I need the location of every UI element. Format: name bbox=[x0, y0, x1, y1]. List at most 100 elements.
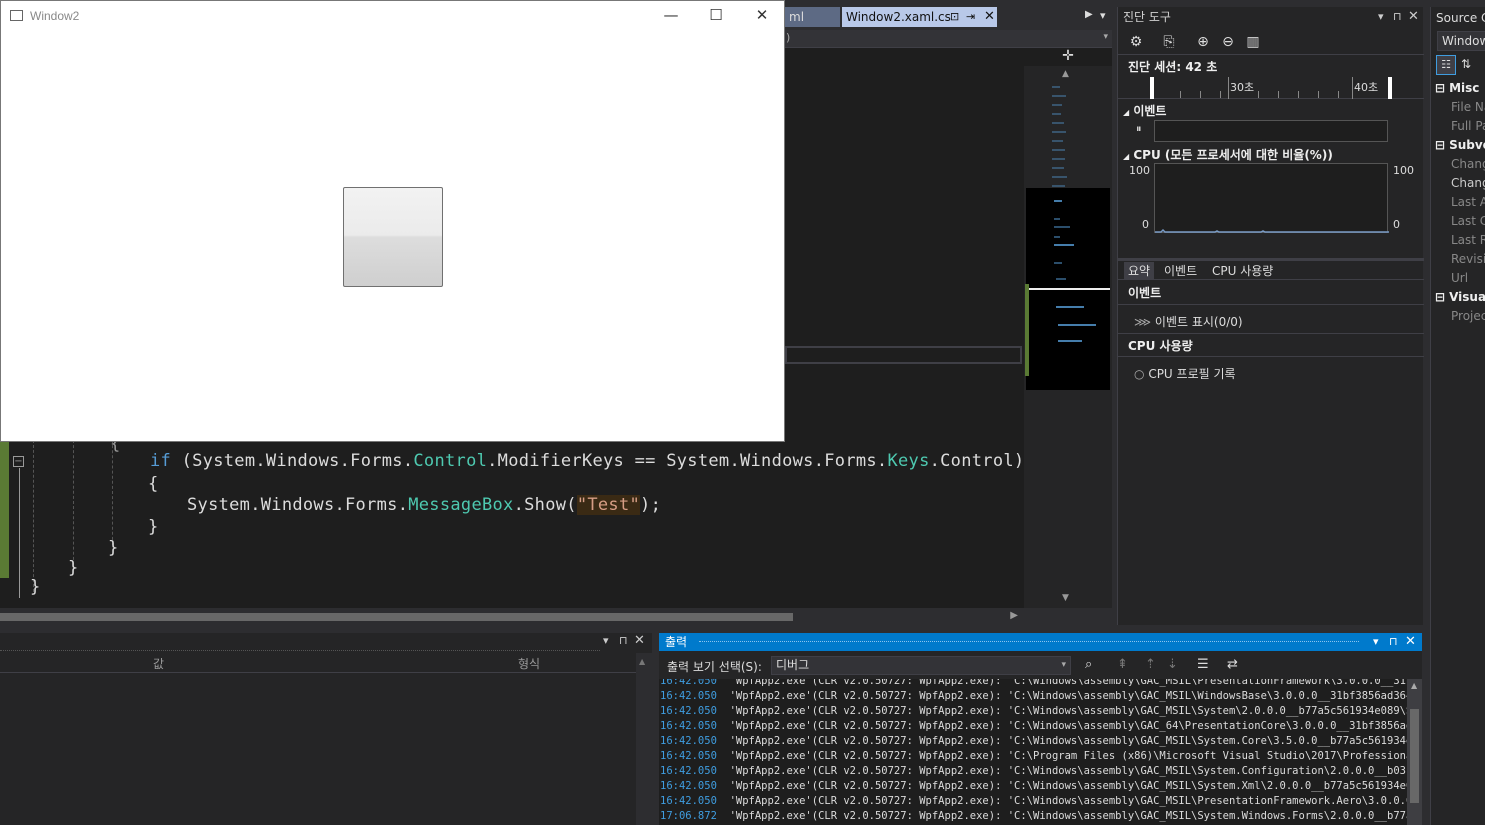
cpu-axis-min-right: 0 bbox=[1393, 218, 1400, 231]
scrollbar-thumb[interactable] bbox=[1410, 709, 1419, 803]
property-row[interactable]: Chang bbox=[1451, 157, 1485, 171]
output-source-select[interactable]: 디버그 ▾ bbox=[771, 656, 1071, 675]
gear-icon[interactable]: ⚙ bbox=[1127, 33, 1145, 51]
indent-guide bbox=[33, 440, 34, 592]
output-select-label: 출력 보기 선택(S): bbox=[667, 660, 762, 674]
range-end-handle[interactable] bbox=[1388, 77, 1392, 99]
scroll-right-icon[interactable]: ▶ bbox=[1010, 610, 1018, 621]
alphabetical-icon[interactable]: ⇅ bbox=[1461, 57, 1471, 71]
member-dropdown[interactable]: ) ▾ bbox=[785, 30, 1112, 48]
code-type: Keys bbox=[887, 451, 930, 471]
clear-all-icon[interactable]: ☰ bbox=[1197, 657, 1209, 672]
property-row[interactable]: Revisio bbox=[1451, 252, 1485, 266]
keep-open-icon[interactable]: ⇥ bbox=[966, 7, 975, 27]
output-text[interactable]: 16:42.050 'WpfApp2.exe'(CLR v2.0.50727: … bbox=[659, 679, 1407, 825]
output-line: 16:42.050 'WpfApp2.exe'(CLR v2.0.50727: … bbox=[660, 720, 1407, 732]
dropdown-icon[interactable]: ▾ bbox=[1373, 633, 1379, 651]
editor-splitter[interactable] bbox=[785, 346, 1022, 364]
property-row[interactable]: Last Co bbox=[1451, 214, 1485, 228]
code-keyword: if bbox=[150, 451, 172, 471]
tab-overflow-icon[interactable]: ▶ bbox=[1085, 9, 1093, 20]
window-title: Window2 bbox=[30, 9, 80, 23]
window2: Window2 — ☐ ✕ bbox=[0, 0, 785, 442]
blank-button[interactable] bbox=[343, 187, 443, 287]
close-icon[interactable]: ✕ bbox=[634, 633, 645, 648]
property-category[interactable]: ⊟ Visual bbox=[1435, 290, 1485, 304]
collapse-icon[interactable]: ⊟ bbox=[1435, 138, 1445, 152]
close-icon[interactable]: ✕ bbox=[1408, 7, 1419, 27]
record-cpu-profile-link[interactable]: ○ CPU 프로필 기록 bbox=[1134, 365, 1236, 382]
find-message-icon[interactable]: ⌕ bbox=[1085, 657, 1092, 672]
property-row[interactable]: Chang bbox=[1451, 176, 1485, 190]
maximize-button[interactable]: ☐ bbox=[701, 4, 731, 26]
code-text: (System.Windows.Forms. bbox=[171, 451, 414, 471]
pin-icon[interactable]: ⊓ bbox=[1393, 7, 1402, 27]
pin-icon[interactable]: ⊓ bbox=[1389, 633, 1398, 651]
property-row[interactable]: Last Re bbox=[1451, 233, 1485, 247]
close-button[interactable]: ✕ bbox=[747, 4, 777, 26]
tab-events[interactable]: 이벤트 bbox=[1160, 262, 1201, 280]
chart-icon[interactable]: ▥ bbox=[1244, 33, 1262, 51]
property-label: Visual bbox=[1449, 290, 1485, 304]
output-timestamp: 16:42.050 bbox=[660, 705, 717, 717]
ide-background: ml Window2.xaml.cs ⊡ ⇥ ✕ ▶ ▾ ) ▾ − { if … bbox=[0, 0, 1485, 825]
object-selector[interactable]: Window bbox=[1437, 31, 1485, 51]
property-category[interactable]: ⊟ Subve bbox=[1435, 138, 1485, 152]
previous-message-icon[interactable]: ⇞ bbox=[1117, 657, 1128, 672]
property-row[interactable]: Full Pa bbox=[1451, 119, 1485, 133]
cpu-usage-graph[interactable] bbox=[1154, 163, 1389, 233]
scroll-up-icon[interactable]: ▲ bbox=[639, 657, 645, 666]
tab-window2-xaml-cs[interactable]: Window2.xaml.cs ⊡ ⇥ ✕ bbox=[842, 7, 997, 27]
scroll-down-icon[interactable]: ▼ bbox=[1062, 593, 1069, 603]
split-editor-icon[interactable]: ✛ bbox=[1024, 48, 1112, 66]
close-icon[interactable]: ✕ bbox=[1405, 633, 1416, 651]
categorized-icon[interactable]: ☷ bbox=[1436, 55, 1456, 75]
property-row[interactable]: Last Au bbox=[1451, 195, 1485, 209]
collapse-icon[interactable]: ⊟ bbox=[1435, 290, 1445, 304]
property-row[interactable]: Project bbox=[1451, 309, 1485, 323]
window-icon[interactable] bbox=[10, 10, 23, 21]
show-events-link[interactable]: ⋙ 이벤트 표시(0/0) bbox=[1134, 313, 1243, 330]
property-row[interactable]: File Na bbox=[1451, 100, 1485, 114]
column-value[interactable]: 값 bbox=[153, 655, 164, 672]
column-type[interactable]: 형식 bbox=[518, 655, 540, 672]
locals-scrollbar[interactable]: ▲ bbox=[636, 653, 652, 825]
editor-horizontal-scrollbar[interactable]: ▶ bbox=[0, 608, 1024, 626]
pin-icon[interactable]: ⊡ bbox=[950, 7, 959, 27]
tab-xaml[interactable]: ml bbox=[785, 7, 840, 27]
code-minimap-scrollbar[interactable]: ✛ ▲ ▼ bbox=[1024, 48, 1112, 608]
scroll-up-icon[interactable]: ▲ bbox=[1062, 69, 1069, 79]
output-scrollbar[interactable]: ▲ bbox=[1407, 679, 1422, 825]
close-tab-icon[interactable]: ✕ bbox=[984, 7, 995, 27]
dropdown-icon[interactable]: ▾ bbox=[1378, 7, 1384, 27]
property-category[interactable]: ⊟ Misc bbox=[1435, 81, 1479, 95]
word-wrap-icon[interactable]: ⇄ bbox=[1227, 657, 1238, 672]
panel-grip[interactable] bbox=[699, 641, 1359, 642]
tab-cpu-usage[interactable]: CPU 사용량 bbox=[1208, 262, 1277, 280]
code-text: .Control) bbox=[929, 451, 1025, 471]
panel-grip[interactable] bbox=[0, 633, 600, 651]
go-down-icon[interactable]: ⇣ bbox=[1167, 657, 1178, 672]
zoom-out-icon[interactable]: ⊖ bbox=[1219, 33, 1237, 51]
collapse-icon[interactable]: ⊟ bbox=[1435, 81, 1445, 95]
minimap-viewport[interactable] bbox=[1026, 188, 1110, 390]
minimize-button[interactable]: — bbox=[656, 4, 686, 26]
dropdown-icon[interactable]: ▾ bbox=[603, 634, 609, 647]
window2-titlebar[interactable]: Window2 — ☐ ✕ bbox=[1, 1, 784, 31]
cpu-section-title[interactable]: ◢ CPU (모든 프로세서에 대한 비율(%)) bbox=[1123, 146, 1333, 163]
tab-summary[interactable]: 요약 bbox=[1124, 262, 1155, 280]
zoom-in-icon[interactable]: ⊕ bbox=[1194, 33, 1212, 51]
events-section-title[interactable]: ◢ 이벤트 bbox=[1123, 102, 1166, 119]
pause-icon[interactable]: ⏸ bbox=[1136, 122, 1142, 136]
scrollbar-thumb[interactable] bbox=[0, 613, 793, 621]
timeline-ruler[interactable]: 30초 40초 bbox=[1118, 77, 1424, 99]
range-start-handle[interactable] bbox=[1150, 77, 1154, 99]
go-up-icon[interactable]: ⇡ bbox=[1145, 657, 1156, 672]
events-timeline[interactable] bbox=[1154, 120, 1388, 142]
scroll-up-icon[interactable]: ▲ bbox=[1411, 681, 1417, 690]
pin-icon[interactable]: ⊓ bbox=[619, 634, 628, 647]
tab-menu-icon[interactable]: ▾ bbox=[1100, 9, 1106, 22]
collapse-toggle[interactable]: − bbox=[13, 456, 24, 467]
property-row[interactable]: Url bbox=[1451, 271, 1468, 285]
export-icon[interactable]: ⎘ bbox=[1160, 33, 1178, 51]
